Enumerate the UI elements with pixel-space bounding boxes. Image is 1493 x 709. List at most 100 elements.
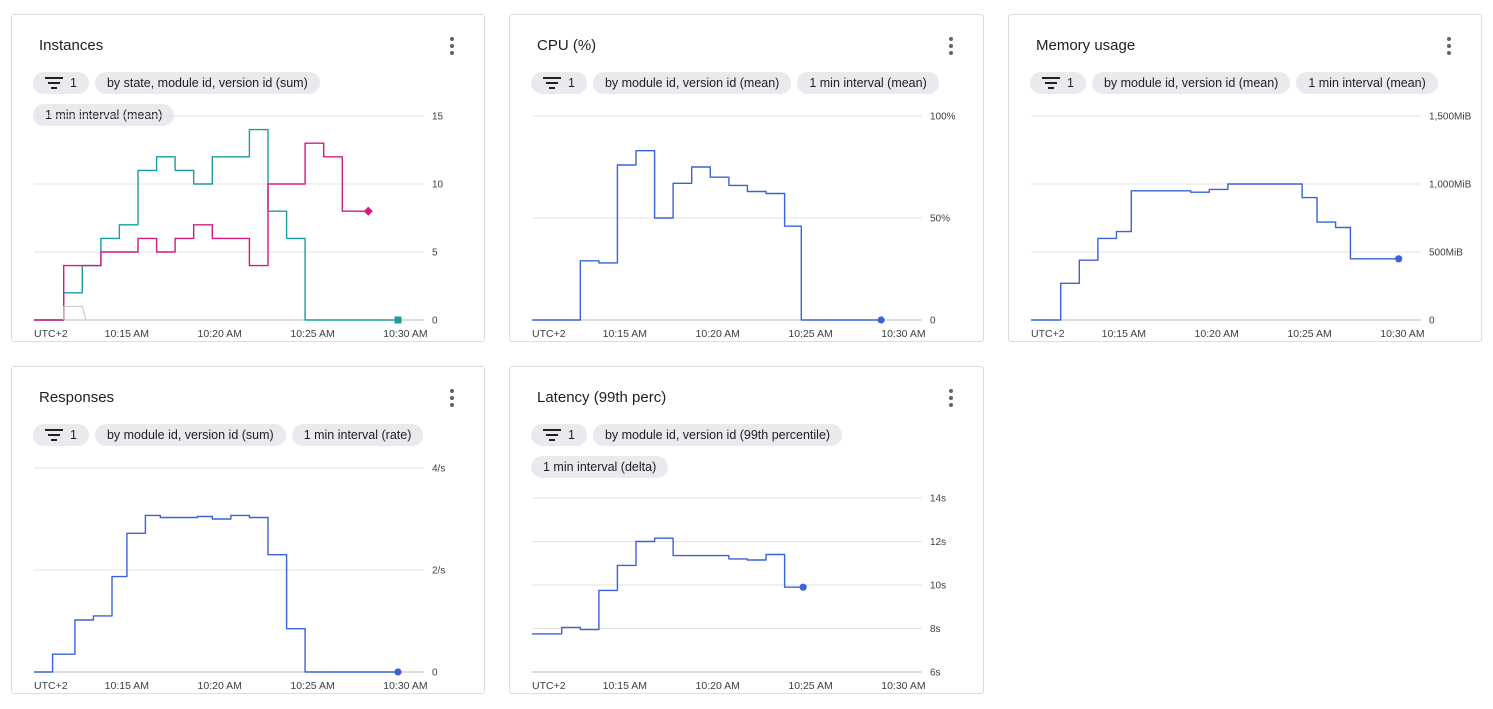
filter-count: 1 bbox=[1067, 76, 1074, 90]
timezone-label: UTC+2 bbox=[532, 328, 566, 340]
more-options-icon[interactable] bbox=[444, 37, 460, 55]
more-options-icon[interactable] bbox=[1441, 37, 1457, 55]
x-tick-label: 10:15 AM bbox=[603, 328, 647, 340]
series-line[interactable] bbox=[63, 305, 87, 321]
more-options-icon[interactable] bbox=[444, 389, 460, 407]
card-title: Instances bbox=[39, 37, 104, 54]
y-tick-label: 12s bbox=[930, 537, 946, 548]
series-end-marker[interactable] bbox=[877, 316, 885, 324]
timezone-label: UTC+2 bbox=[532, 680, 566, 692]
chip-label: 1 min interval (delta) bbox=[543, 460, 657, 474]
series-end-marker[interactable] bbox=[394, 316, 402, 324]
chip-row: 1 by module id, version id (mean) 1 min in… bbox=[531, 72, 971, 104]
x-tick-label: 10:25 AM bbox=[290, 328, 334, 340]
x-tick-label: 10:15 AM bbox=[603, 680, 647, 692]
chip-label: by module id, version id (99th percentil… bbox=[604, 428, 831, 442]
x-tick-label: 10:20 AM bbox=[1195, 328, 1239, 340]
chip-label: by state, module id, version id (sum) bbox=[106, 76, 308, 90]
x-tick-label: 10:30 AM bbox=[383, 328, 427, 340]
y-tick-label: 1,000MiB bbox=[1429, 180, 1472, 191]
filter-icon bbox=[542, 428, 562, 442]
series-line[interactable] bbox=[34, 514, 398, 673]
line-chart[interactable]: 0 5 10 15 UTC+2 10:15 AM 10:20 AM 10:25 AM 10:30… bbox=[12, 110, 486, 340]
x-tick-label: 10:20 AM bbox=[198, 680, 242, 692]
x-tick-label: 10:20 AM bbox=[696, 680, 740, 692]
line-chart[interactable]: 0 2/s 4/s UTC+2 10:15 AM 10:20 AM 10:25 AM 10:3… bbox=[12, 462, 486, 692]
y-tick-label: 14s bbox=[930, 494, 946, 505]
card-title: CPU (%) bbox=[537, 37, 597, 54]
x-tick-label: 10:25 AM bbox=[788, 680, 832, 692]
line-chart[interactable]: 6s 8s 10s 12s 14s UTC+2 10:15 AM 10:20 AM 10:25 … bbox=[510, 492, 985, 692]
x-tick-label: 10:30 AM bbox=[383, 680, 427, 692]
chip-label: 1 min interval (mean) bbox=[809, 76, 927, 90]
chart-card-latency: Latency (99th perc) 1 by module id, versi… bbox=[509, 366, 984, 694]
x-tick-label: 10:15 AM bbox=[1102, 328, 1146, 340]
x-tick-label: 10:15 AM bbox=[105, 680, 149, 692]
x-tick-label: 10:25 AM bbox=[788, 328, 832, 340]
filter-chip[interactable]: 1 bbox=[531, 424, 587, 446]
group-by-chip[interactable]: by module id, version id (mean) bbox=[1091, 72, 1291, 94]
series-line[interactable] bbox=[34, 128, 398, 321]
y-tick-label: 0 bbox=[930, 316, 936, 327]
line-chart[interactable]: 0 500MiB 1,000MiB 1,500MiB UTC+2 10:15 AM 10:2… bbox=[1009, 110, 1483, 340]
x-tick-label: 10:30 AM bbox=[881, 680, 925, 692]
group-by-chip[interactable]: by state, module id, version id (sum) bbox=[94, 72, 320, 94]
x-tick-label: 10:20 AM bbox=[198, 328, 242, 340]
more-options-icon[interactable] bbox=[943, 389, 959, 407]
series-line[interactable] bbox=[532, 150, 882, 321]
more-options-icon[interactable] bbox=[943, 37, 959, 55]
filter-icon bbox=[542, 76, 562, 90]
aligner-chip[interactable]: 1 min interval (mean) bbox=[1296, 72, 1438, 94]
x-tick-label: 10:20 AM bbox=[696, 328, 740, 340]
x-tick-label: 10:25 AM bbox=[290, 680, 334, 692]
filter-count: 1 bbox=[70, 76, 77, 90]
y-tick-label: 1,500MiB bbox=[1429, 112, 1472, 123]
chip-row: 1 by module id, version id (sum) 1 min int… bbox=[33, 424, 473, 456]
filter-chip[interactable]: 1 bbox=[1030, 72, 1086, 94]
filter-chip[interactable]: 1 bbox=[33, 424, 89, 446]
chip-label: 1 min interval (mean) bbox=[1308, 76, 1426, 90]
filter-count: 1 bbox=[568, 428, 575, 442]
y-tick-label: 2/s bbox=[432, 566, 445, 577]
filter-icon bbox=[1041, 76, 1061, 90]
aligner-chip[interactable]: 1 min interval (mean) bbox=[797, 72, 939, 94]
timezone-label: UTC+2 bbox=[34, 328, 68, 340]
filter-chip[interactable]: 1 bbox=[33, 72, 89, 94]
card-title: Latency (99th perc) bbox=[537, 389, 667, 406]
chip-row: 1 by module id, version id (mean) 1 min in… bbox=[1030, 72, 1470, 104]
line-chart[interactable]: 0 50% 100% UTC+2 10:15 AM 10:20 AM 10:25 AM 10:… bbox=[510, 110, 985, 340]
y-tick-label: 5 bbox=[432, 248, 438, 259]
x-tick-label: 10:15 AM bbox=[105, 328, 149, 340]
series-end-marker[interactable] bbox=[363, 206, 373, 216]
card-title: Responses bbox=[39, 389, 115, 406]
group-by-chip[interactable]: by module id, version id (sum) bbox=[94, 424, 286, 446]
filter-chip[interactable]: 1 bbox=[531, 72, 587, 94]
aligner-chip[interactable]: 1 min interval (delta) bbox=[531, 456, 669, 478]
series-end-marker[interactable] bbox=[1395, 255, 1403, 263]
chart-card-responses: Responses 1 by module id, version id (sum… bbox=[11, 366, 485, 694]
group-by-chip[interactable]: by module id, version id (mean) bbox=[592, 72, 792, 94]
filter-count: 1 bbox=[568, 76, 575, 90]
aligner-chip[interactable]: 1 min interval (rate) bbox=[291, 424, 424, 446]
y-tick-label: 6s bbox=[930, 668, 941, 679]
y-tick-label: 8s bbox=[930, 624, 941, 635]
chip-label: by module id, version id (mean) bbox=[1103, 76, 1279, 90]
chart-card-instances: Instances 1 by state, module id, version … bbox=[11, 14, 485, 342]
series-end-marker[interactable] bbox=[799, 583, 807, 591]
y-tick-label: 0 bbox=[432, 316, 438, 327]
filter-icon bbox=[44, 428, 64, 442]
chip-label: 1 min interval (rate) bbox=[303, 428, 412, 442]
chip-label: by module id, version id (mean) bbox=[604, 76, 780, 90]
y-tick-label: 10 bbox=[432, 180, 444, 191]
series-line[interactable] bbox=[532, 537, 804, 635]
y-tick-label: 50% bbox=[930, 214, 950, 225]
group-by-chip[interactable]: by module id, version id (99th percentil… bbox=[592, 424, 843, 446]
chip-label: by module id, version id (sum) bbox=[106, 428, 274, 442]
y-tick-label: 500MiB bbox=[1429, 248, 1463, 259]
series-line[interactable] bbox=[34, 142, 369, 321]
x-tick-label: 10:30 AM bbox=[1380, 328, 1424, 340]
series-end-marker[interactable] bbox=[394, 668, 402, 676]
y-tick-label: 0 bbox=[432, 668, 438, 679]
timezone-label: UTC+2 bbox=[34, 680, 68, 692]
y-tick-label: 100% bbox=[930, 112, 956, 123]
